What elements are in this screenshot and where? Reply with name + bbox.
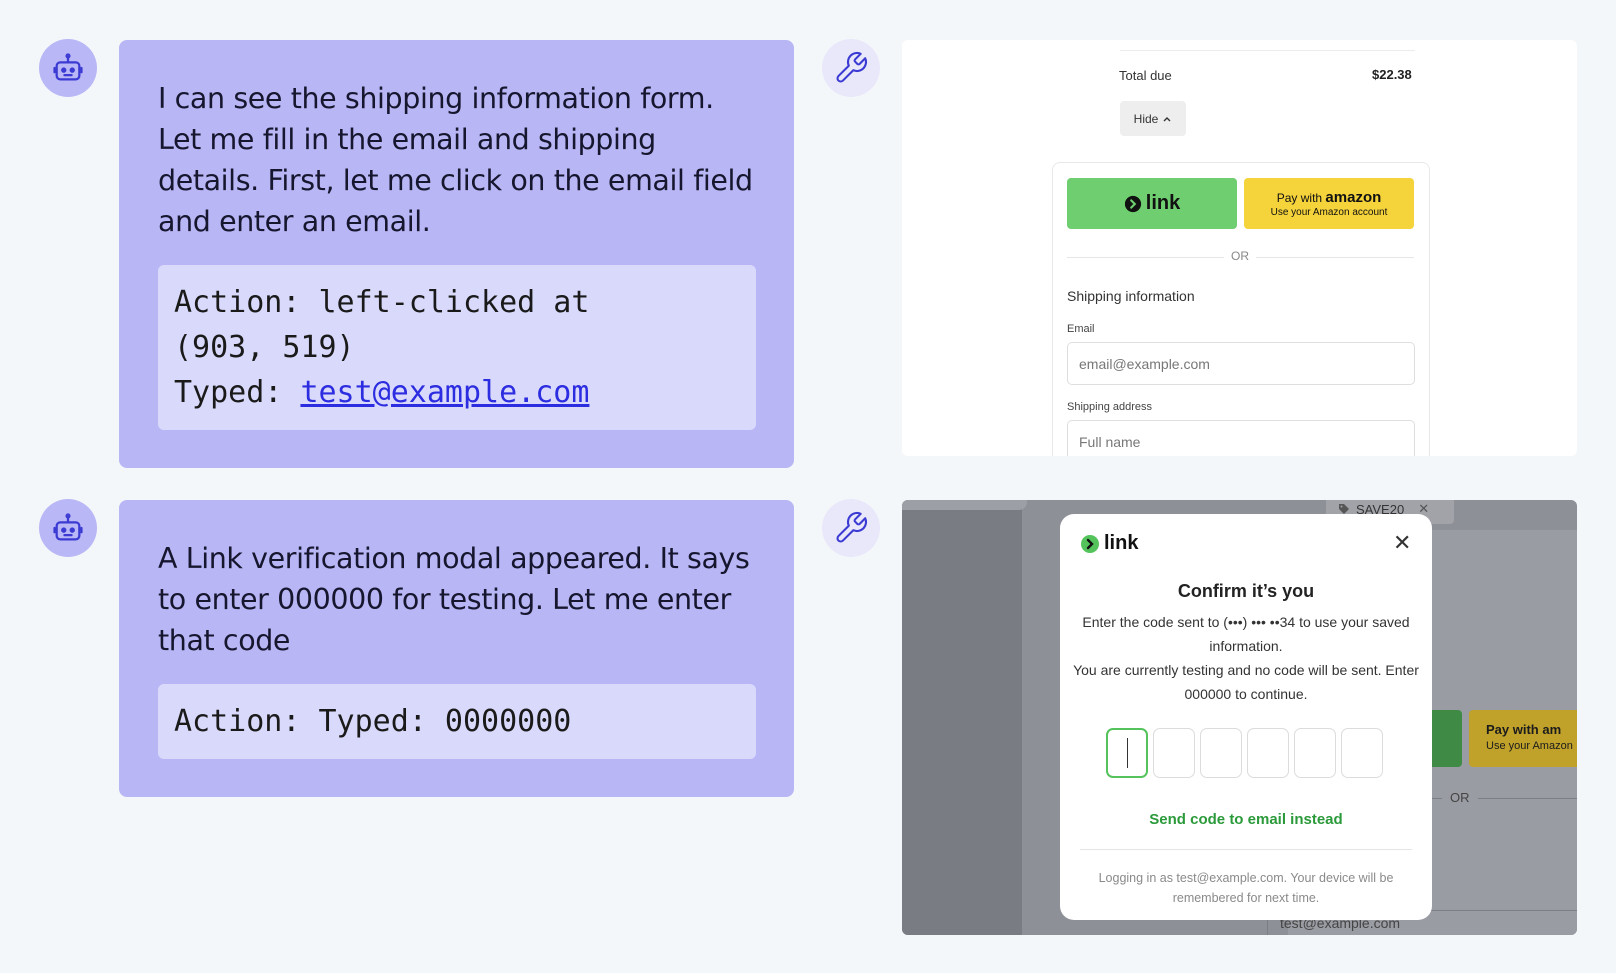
full-name-input[interactable]: Full name xyxy=(1067,420,1415,456)
total-due-label: Total due xyxy=(1119,68,1172,83)
shipping-address-label: Shipping address xyxy=(1067,401,1153,413)
or-label: OR xyxy=(1442,790,1478,805)
shipping-title: Shipping information xyxy=(1067,288,1195,304)
code-input-group xyxy=(1106,728,1383,778)
modal-title: Confirm it’s you xyxy=(1177,581,1315,601)
typed-label: Typed: xyxy=(174,375,283,410)
link-verification-screenshot: SAVE20 ✕ Pay with am Use your Amazon OR … xyxy=(902,500,1577,935)
wrench-icon xyxy=(836,512,867,543)
code-digit-input[interactable] xyxy=(1106,728,1148,778)
message-text: I can see the shipping information form.… xyxy=(158,82,753,238)
or-label: OR xyxy=(1224,249,1256,263)
code-digit-input[interactable] xyxy=(1247,728,1289,778)
assistant-message-2: A Link verification modal appeared. It s… xyxy=(119,500,794,797)
code-digit-input[interactable] xyxy=(1294,728,1336,778)
link-logo-icon xyxy=(1124,195,1141,212)
checkout-screenshot: Total due $22.38 Hide link Pay with amaz… xyxy=(902,40,1577,456)
action-typed-line: Typed: test@example.com xyxy=(174,370,740,415)
chevron-up-icon xyxy=(1163,116,1171,121)
amazon-pay-button[interactable]: Pay with amazon Use your Amazon account xyxy=(1244,178,1414,229)
modal-footer: Logging in as test@example.com. Your dev… xyxy=(1098,871,1394,905)
modal-body: Enter the code sent to (•••) ••• ••34 to… xyxy=(1073,614,1419,702)
assistant-avatar xyxy=(39,39,97,97)
message-text: A Link verification modal appeared. It s… xyxy=(158,542,750,657)
backdrop-panel xyxy=(902,500,1022,935)
robot-icon xyxy=(53,513,83,541)
action-line: (903, 519) xyxy=(174,330,355,365)
link-brand: link xyxy=(1104,532,1139,554)
divider xyxy=(1120,50,1415,51)
code-digit-input[interactable] xyxy=(1341,728,1383,778)
hide-button[interactable]: Hide xyxy=(1120,101,1186,136)
robot-icon xyxy=(53,53,83,81)
link-verification-modal: link ✕ Confirm it’s you Enter the code s… xyxy=(1060,514,1432,920)
action-line: Action: Typed: 0000000 xyxy=(174,704,572,739)
link-logo: link xyxy=(1080,532,1138,555)
total-due-value: $22.38 xyxy=(1372,67,1412,82)
action-line: Action: left-clicked at xyxy=(174,285,590,320)
link-label: link xyxy=(1145,192,1181,214)
assistant-avatar xyxy=(39,499,97,557)
send-code-email-link[interactable]: Send code to email instead xyxy=(1060,811,1432,828)
amazon-pay-subtitle: Use your Amazon account xyxy=(1270,207,1388,218)
divider xyxy=(1080,849,1412,850)
email-input[interactable]: email@example.com xyxy=(1067,342,1415,385)
tool-avatar xyxy=(822,499,880,557)
hide-label: Hide xyxy=(1133,111,1159,126)
email-label: Email xyxy=(1067,323,1095,335)
typed-email-link[interactable]: test@example.com xyxy=(300,375,589,410)
code-digit-input[interactable] xyxy=(1200,728,1242,778)
amazon-button-peek: Pay with am Use your Amazon xyxy=(1469,710,1577,767)
backdrop-bar xyxy=(902,500,1027,510)
code-digit-input[interactable] xyxy=(1153,728,1195,778)
tool-avatar xyxy=(822,39,880,97)
assistant-message-1: I can see the shipping information form.… xyxy=(119,40,794,468)
link-pay-button[interactable]: link xyxy=(1067,178,1237,229)
link-logo-icon xyxy=(1081,534,1099,553)
close-icon[interactable]: ✕ xyxy=(1393,532,1411,554)
action-box: Action: Typed: 0000000 xyxy=(158,684,756,759)
wrench-icon xyxy=(836,52,867,83)
amazon-pay-title: Pay with amazon xyxy=(1276,189,1382,206)
action-box: Action: left-clicked at (903, 519) Typed… xyxy=(158,265,756,430)
